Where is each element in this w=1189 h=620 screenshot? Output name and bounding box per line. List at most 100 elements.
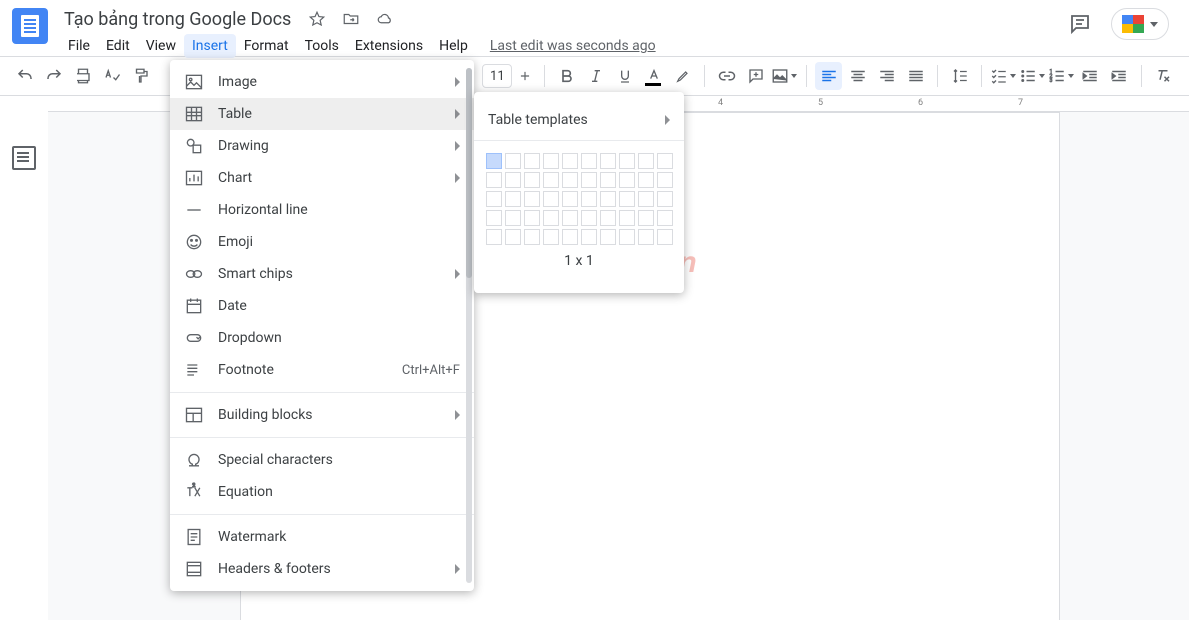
table-picker-cell[interactable] [619,191,635,207]
print-button[interactable] [70,62,97,90]
bold-button[interactable] [553,62,580,90]
table-picker-cell[interactable] [657,172,673,188]
menu-item-dropdown[interactable]: Dropdown [170,322,474,354]
menu-item-smart-chips[interactable]: Smart chips [170,258,474,290]
table-picker-cell[interactable] [543,172,559,188]
menu-item-emoji[interactable]: Emoji [170,226,474,258]
table-picker-cell[interactable] [505,191,521,207]
menu-scrollbar[interactable] [466,68,472,583]
align-left-button[interactable] [815,62,842,90]
menu-tools[interactable]: Tools [297,34,347,58]
table-picker-cell[interactable] [638,191,654,207]
star-icon[interactable] [305,7,329,31]
comments-icon[interactable] [1065,9,1095,39]
docs-logo-icon[interactable] [12,8,48,44]
table-picker-cell[interactable] [619,229,635,245]
menu-item-horizontal-line[interactable]: Horizontal line [170,194,474,226]
table-picker-cell[interactable] [486,191,502,207]
menu-insert[interactable]: Insert [184,34,236,58]
table-picker-cell[interactable] [638,229,654,245]
menu-format[interactable]: Format [236,34,297,58]
table-picker-cell[interactable] [619,172,635,188]
align-justify-button[interactable] [902,62,929,90]
table-picker-cell[interactable] [657,229,673,245]
table-picker-cell[interactable] [486,210,502,226]
increase-indent-button[interactable] [1106,62,1133,90]
table-picker-cell[interactable] [657,191,673,207]
table-picker-cell[interactable] [562,191,578,207]
menu-item-headers-footers[interactable]: Headers & footers [170,553,474,585]
align-center-button[interactable] [844,62,871,90]
insert-link-button[interactable] [713,62,740,90]
clear-formatting-button[interactable] [1150,62,1177,90]
table-picker-cell[interactable] [524,191,540,207]
italic-button[interactable] [582,62,609,90]
menu-item-image[interactable]: Image [170,66,474,98]
table-picker-cell[interactable] [562,172,578,188]
menu-help[interactable]: Help [431,34,476,58]
table-picker-cell[interactable] [505,153,521,169]
table-picker-cell[interactable] [505,210,521,226]
table-picker-cell[interactable] [524,210,540,226]
table-picker-cell[interactable] [657,210,673,226]
table-picker-cell[interactable] [600,191,616,207]
table-picker-cell[interactable] [619,153,635,169]
table-picker-cell[interactable] [638,153,654,169]
align-right-button[interactable] [873,62,900,90]
decrease-indent-button[interactable] [1077,62,1104,90]
table-picker-cell[interactable] [638,172,654,188]
table-picker-cell[interactable] [581,172,597,188]
document-outline-icon[interactable] [12,146,36,170]
menu-item-table[interactable]: Table [170,98,474,130]
table-picker-cell[interactable] [562,153,578,169]
table-picker-cell[interactable] [486,229,502,245]
table-picker-cell[interactable] [638,210,654,226]
spellcheck-button[interactable] [99,62,126,90]
table-picker-cell[interactable] [562,229,578,245]
table-picker-cell[interactable] [581,191,597,207]
numbered-list-button[interactable]: 123 [1048,62,1075,90]
font-size-input[interactable] [482,64,512,88]
undo-button[interactable] [12,62,39,90]
table-picker-cell[interactable] [657,153,673,169]
table-picker-cell[interactable] [600,210,616,226]
meet-button[interactable] [1111,8,1169,40]
table-picker-cell[interactable] [581,229,597,245]
table-picker-cell[interactable] [524,172,540,188]
table-picker-cell[interactable] [581,153,597,169]
line-spacing-button[interactable] [946,62,973,90]
move-folder-icon[interactable] [339,7,363,31]
table-picker-cell[interactable] [543,191,559,207]
menu-item-equation[interactable]: 2Equation [170,476,474,508]
table-picker-cell[interactable] [505,172,521,188]
menu-extensions[interactable]: Extensions [347,34,431,58]
menu-item-footnote[interactable]: FootnoteCtrl+Alt+F [170,354,474,386]
menu-item-date[interactable]: Date [170,290,474,322]
doc-title[interactable]: Tạo bảng trong Google Docs [60,8,295,31]
table-picker-cell[interactable] [524,153,540,169]
menu-item-watermark[interactable]: Watermark [170,521,474,553]
table-picker-cell[interactable] [600,229,616,245]
table-picker-cell[interactable] [543,229,559,245]
table-size-picker[interactable]: 1 x 1 [474,141,684,293]
table-picker-cell[interactable] [543,210,559,226]
table-picker-cell[interactable] [600,153,616,169]
table-picker-cell[interactable] [486,153,502,169]
text-color-button[interactable] [640,62,667,90]
table-picker-cell[interactable] [562,210,578,226]
font-size-increase-button[interactable] [514,62,536,90]
menu-item-drawing[interactable]: Drawing [170,130,474,162]
table-picker-cell[interactable] [619,210,635,226]
table-picker-cell[interactable] [581,210,597,226]
highlight-color-button[interactable] [669,62,696,90]
table-templates-item[interactable]: Table templates [474,100,684,140]
last-edit-link[interactable]: Last edit was seconds ago [490,38,656,54]
table-picker-cell[interactable] [543,153,559,169]
menu-file[interactable]: File [60,34,98,58]
table-picker-cell[interactable] [486,172,502,188]
bulleted-list-button[interactable] [1019,62,1046,90]
menu-edit[interactable]: Edit [98,34,138,58]
checklist-button[interactable] [990,62,1017,90]
menu-item-building-blocks[interactable]: Building blocks [170,399,474,431]
table-picker-cell[interactable] [505,229,521,245]
